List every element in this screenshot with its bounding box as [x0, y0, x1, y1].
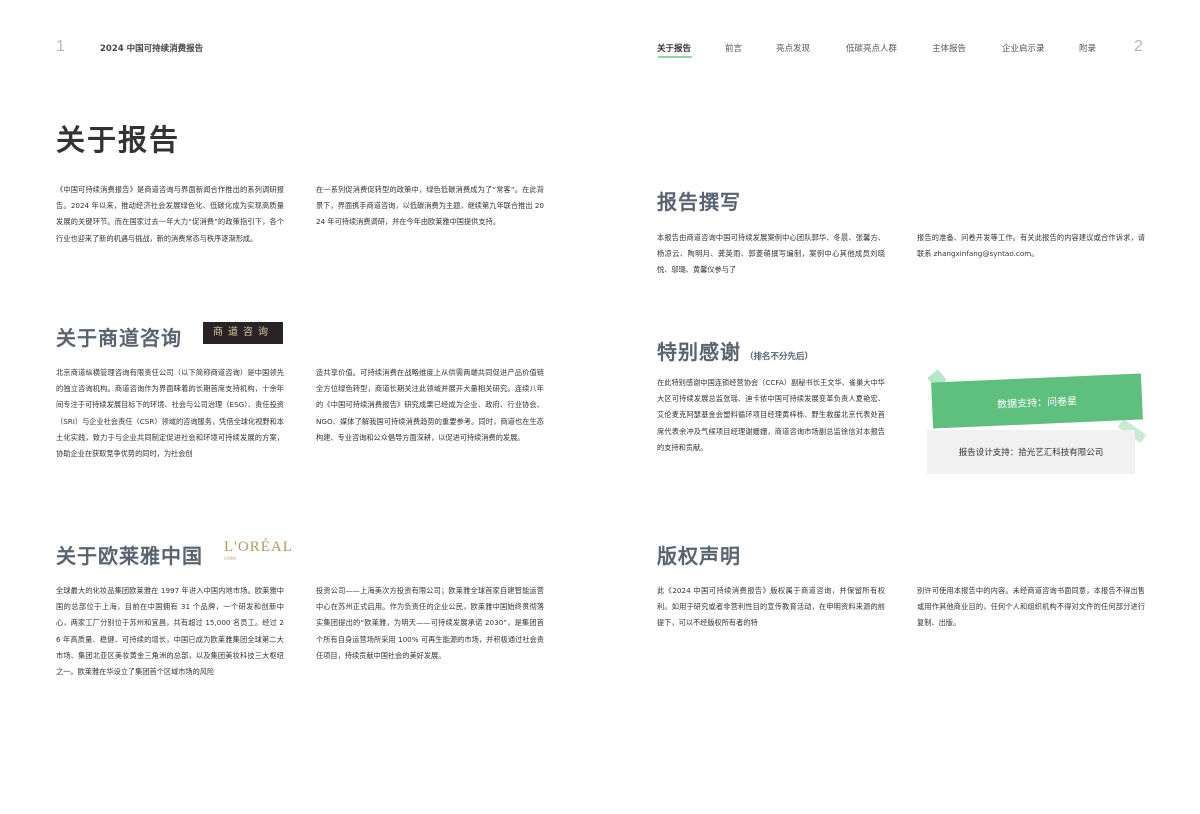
loreal-paragraph-2: 投资公司——上海美次方投资有限公司；欧莱雅全球首家自建智能运营中心在苏州正式启用… — [316, 586, 544, 660]
syntao-paragraph-1: 北京商道纵横管理咨询有限责任公司（以下简称商道咨询）是中国领先的独立咨询机构。商… — [56, 368, 284, 459]
page-title: 关于报告 — [56, 123, 181, 157]
syntao-paragraph-2: 造共享价值。可持续消费在战略维度上从供需两端共同促进产品价值链全方位绿色转型，商… — [316, 368, 544, 442]
section-title-loreal: 关于欧莱雅中国 — [56, 544, 203, 568]
thanks-paragraph: 在此特别感谢中国连锁经营协会（CCFA）副秘书长王文华、雀巢大中华大区可持续发展… — [657, 378, 885, 452]
section-title-copyright: 版权声明 — [657, 544, 741, 568]
nav-low-carbon-groups[interactable]: 低碳亮点人群 — [846, 42, 897, 54]
writing-paragraph-2: 报告的准备、问卷开发等工作。有关此报告的内容建议或合作诉求，请联系 zhangx… — [917, 233, 1145, 259]
report-title: 2024 中国可持续消费报告 — [100, 44, 204, 54]
data-support-card: 数据支持：问卷星 — [931, 373, 1143, 429]
copyright-paragraph-2: 别许可使用本报告中的内容。未经商道咨询书面同意，本报告不得出售或用作其他商业目的… — [917, 586, 1145, 628]
nav-enterprise-insights[interactable]: 企业启示录 — [1002, 42, 1045, 54]
section-title-writing: 报告撰写 — [657, 190, 741, 214]
loreal-paragraph-1: 全球最大的化妆品集团欧莱雅在 1997 年进入中国内地市场。欧莱雅中国的总部位于… — [56, 586, 284, 677]
copyright-paragraph-1: 此《2024 中国可持续消费报告》版权属于商道咨询，并保留所有权利。如用于研究或… — [657, 586, 885, 628]
page-number-right: 2 — [1134, 38, 1143, 55]
thanks-title-text: 特别感谢 — [657, 340, 741, 364]
writing-paragraph-1: 本报告由商道咨询中国可持续发展案例中心团队郭华、冬晨、张馨方、杨凉云、陶明月、龚… — [657, 233, 885, 275]
thanks-note: （排名不分先后） — [745, 352, 814, 362]
nav-active-underline — [658, 56, 692, 58]
nav-highlights[interactable]: 亮点发现 — [776, 42, 810, 54]
section-title-syntao: 关于商道咨询 — [56, 326, 182, 350]
nav-main-report[interactable]: 主体报告 — [932, 42, 966, 54]
loreal-logo-sub: CHINA — [224, 556, 237, 561]
syntao-logo: 商道咨询 — [203, 322, 283, 344]
loreal-logo: L'ORÉAL CHINA — [224, 539, 293, 562]
loreal-logo-text: L'ORÉAL — [224, 539, 293, 555]
nav-appendix[interactable]: 附录 — [1079, 42, 1096, 54]
nav-preface[interactable]: 前言 — [725, 42, 742, 54]
design-support-card: 报告设计支持：拾光艺汇科技有限公司 — [927, 430, 1135, 474]
intro-paragraph-1: 《中国可持续消费报告》是商道咨询与界面新闻合作推出的系列调研报告。2024 年以… — [56, 185, 284, 243]
nav-about[interactable]: 关于报告 — [657, 42, 691, 54]
page-number-left: 1 — [56, 38, 65, 55]
intro-paragraph-2: 在一系列促消费促转型的政策中，绿色低碳消费成为了“常客”。在此背景下，界面携手商… — [316, 185, 544, 227]
section-title-thanks: 特别感谢 （排名不分先后） — [657, 336, 813, 365]
